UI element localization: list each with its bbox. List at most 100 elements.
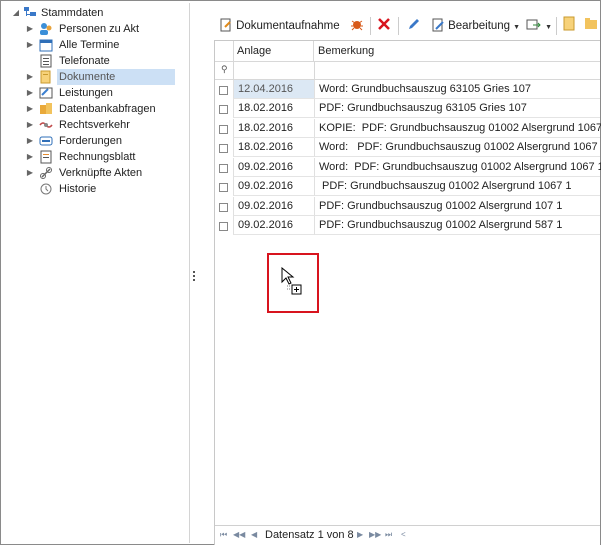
cell-anlage: 18.02.2016 — [233, 99, 315, 118]
pencil-icon[interactable] — [406, 16, 422, 36]
row-checkbox[interactable] — [219, 183, 228, 192]
folder-icon[interactable] — [584, 16, 598, 36]
row-checkbox[interactable] — [219, 144, 228, 153]
expand-arrow-icon[interactable]: ▶ — [25, 117, 35, 133]
tree-item-label: Datenbankabfragen — [59, 103, 156, 115]
column-header-anlage[interactable]: Anlage — [234, 41, 314, 61]
record-counter: Datensatz 1 von 8 — [265, 529, 354, 541]
tree-item-label: Historie — [59, 183, 97, 195]
legal-transfer-icon — [39, 118, 53, 132]
calendar-icon — [39, 38, 53, 52]
panel-splitter[interactable] — [193, 271, 196, 285]
tree-root-label: Stammdaten — [41, 7, 104, 19]
chevron-down-icon: ▼ — [513, 24, 521, 31]
link-icon — [39, 166, 53, 180]
scroll-left-icon[interactable]: < — [401, 526, 406, 544]
tree-item-label: Rechnungsblatt — [59, 151, 136, 163]
cell-anlage: 18.02.2016 — [233, 119, 315, 138]
folder-tree-icon — [23, 6, 37, 20]
drop-target-highlight — [267, 253, 319, 313]
expand-arrow-icon[interactable]: ▶ — [25, 101, 35, 117]
cell-anlage: 09.02.2016 — [233, 158, 315, 177]
table-row[interactable]: 18.02.2016 KOPIE: PDF: Grundbuchsauszug … — [215, 119, 601, 138]
collapse-arrow-icon[interactable]: ◢ — [11, 5, 21, 21]
drag-copy-cursor-icon — [281, 267, 302, 295]
cell-anlage: 18.02.2016 — [233, 138, 315, 157]
prev-record-icon[interactable]: ◀ — [251, 526, 257, 544]
history-icon — [39, 182, 53, 196]
edit-label: Bearbeitung — [448, 20, 511, 32]
row-checkbox[interactable] — [219, 203, 228, 212]
cell-anlage: 09.02.2016 — [233, 177, 315, 196]
row-checkbox[interactable] — [219, 105, 228, 114]
services-icon — [39, 86, 53, 100]
cell-bemerkung: PDF: Grundbuchsauszug 01002 Alsergrund 1… — [315, 177, 600, 196]
tree-item-label: Telefonate — [59, 55, 110, 67]
cell-anlage: 09.02.2016 — [233, 197, 315, 216]
filter-row[interactable]: ⚲ — [215, 62, 600, 80]
expand-arrow-icon[interactable]: ▶ — [25, 69, 35, 85]
phone-list-icon — [39, 54, 53, 68]
bug-icon[interactable] — [349, 16, 365, 36]
expand-arrow-icon[interactable]: ▶ — [25, 85, 35, 101]
cell-bemerkung: PDF: Grundbuchsauszug 63105 Gries 107 — [315, 99, 600, 118]
first-record-icon[interactable]: ⏮ — [220, 526, 227, 544]
last-record-icon[interactable]: ⏭ — [385, 526, 392, 544]
table-row[interactable]: 09.02.2016 Word: PDF: Grundbuchsauszug 0… — [215, 158, 601, 177]
cell-anlage: 09.02.2016 — [233, 216, 315, 235]
table-row[interactable]: 09.02.2016 PDF: Grundbuchsauszug 01002 A… — [215, 216, 600, 235]
cell-bemerkung: PDF: Grundbuchsauszug 01002 Alsergrund 5… — [315, 216, 600, 235]
tree-item-label: Personen zu Akt — [59, 23, 140, 35]
cell-bemerkung: PDF: Grundbuchsauszug 01002 Alsergrund 1… — [315, 197, 600, 216]
invoice-icon — [39, 150, 53, 164]
row-checkbox[interactable] — [219, 125, 228, 134]
people-icon — [39, 22, 53, 36]
expand-arrow-icon[interactable]: ▶ — [25, 21, 35, 37]
chevron-down-icon: ▼ — [545, 24, 552, 31]
document-intake-label: Dokumentaufnahme — [236, 20, 340, 32]
next-record-icon[interactable]: ▶ — [357, 526, 363, 544]
window-frame: ◢ Stammdaten ▶ Personen zu Akt ▶ Alle Te… — [0, 0, 601, 545]
cell-bemerkung: Word: Grundbuchsauszug 63105 Gries 107 — [315, 80, 600, 99]
claims-icon — [39, 134, 53, 148]
document-icon[interactable] — [563, 16, 577, 36]
edit-document-icon — [432, 18, 444, 32]
next-page-icon[interactable]: ▶▶ — [369, 526, 381, 544]
row-checkbox[interactable] — [219, 86, 228, 95]
table-row[interactable]: 12.04.2016 Word: Grundbuchsauszug 63105 … — [215, 80, 600, 99]
tree-item-label: Rechtsverkehr — [59, 119, 130, 131]
row-checkbox[interactable] — [219, 164, 228, 173]
expand-arrow-icon[interactable]: ▶ — [25, 165, 35, 181]
document-scan-icon — [220, 18, 231, 32]
tree-item-label: Forderungen — [59, 135, 122, 147]
column-header-bemerkung[interactable]: Bemerkung — [315, 41, 374, 61]
tree-item-label: Dokumente — [57, 69, 176, 85]
row-checkbox[interactable] — [219, 222, 228, 231]
delete-icon[interactable] — [376, 16, 392, 36]
expand-arrow-icon[interactable]: ▶ — [25, 149, 35, 165]
table-row[interactable]: 18.02.2016 Word: PDF: Grundbuchsauszug 0… — [215, 138, 601, 157]
cell-bemerkung: Word: PDF: Grundbuchsauszug 01002 Alserg… — [315, 138, 601, 157]
filter-cell-anlage[interactable] — [233, 62, 315, 79]
toolbar: Dokumentaufnahme Bearbeitung ▼ ▼ — [213, 14, 601, 38]
navigation-tree: ◢ Stammdaten ▶ Personen zu Akt ▶ Alle Te… — [3, 3, 190, 543]
database-query-icon — [39, 102, 53, 116]
table-row[interactable]: 18.02.2016 PDF: Grundbuchsauszug 63105 G… — [215, 99, 600, 118]
table-row[interactable]: 09.02.2016 PDF: Grundbuchsauszug 01002 A… — [215, 177, 600, 196]
table-row[interactable]: 09.02.2016 PDF: Grundbuchsauszug 01002 A… — [215, 197, 600, 216]
edit-dropdown-button[interactable]: Bearbeitung ▼ — [431, 16, 520, 36]
tree-item-label: Leistungen — [59, 87, 113, 99]
expand-arrow-icon[interactable]: ▶ — [25, 133, 35, 149]
header-selector-cell — [215, 41, 234, 61]
grid-header: Anlage Bemerkung — [215, 41, 600, 62]
expand-arrow-icon[interactable]: ▶ — [25, 37, 35, 53]
tree-item-label: Verknüpfte Akten — [59, 167, 143, 179]
export-icon — [526, 19, 541, 30]
cell-anlage: 12.04.2016 — [233, 80, 315, 99]
documents-icon — [39, 70, 53, 84]
tree-item-label: Alle Termine — [59, 39, 120, 51]
document-intake-button[interactable]: Dokumentaufnahme — [219, 16, 340, 36]
record-navigator: ⏮ ◀◀ ◀ Datensatz 1 von 8 ▶ ▶▶ ⏭ < — [215, 525, 600, 545]
prev-page-icon[interactable]: ◀◀ — [233, 526, 245, 544]
export-dropdown-button[interactable]: ▼ — [526, 16, 552, 36]
